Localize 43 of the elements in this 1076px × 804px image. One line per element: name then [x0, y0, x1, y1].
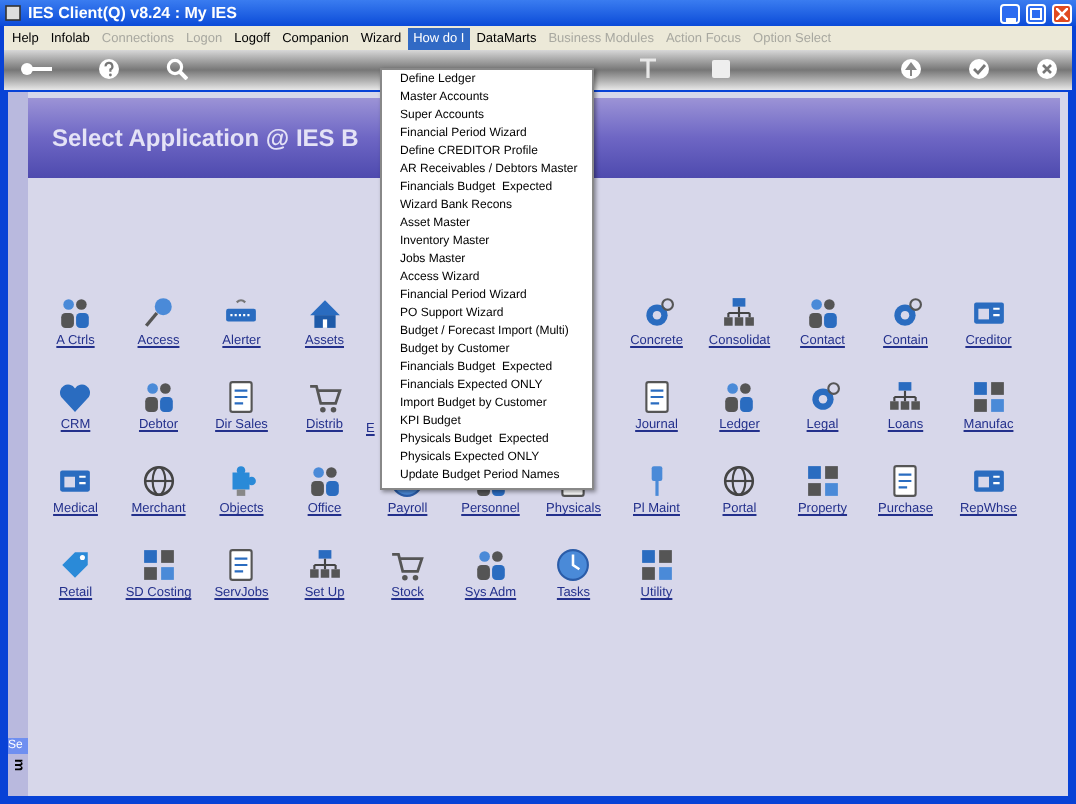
banner-title: Select Application @ IES B — [52, 122, 359, 156]
tiles-icon[interactable] — [639, 548, 674, 582]
card-icon[interactable] — [971, 464, 1006, 498]
search-icon[interactable] — [166, 58, 188, 80]
document-icon[interactable] — [224, 380, 259, 414]
close-icon[interactable] — [1036, 58, 1058, 80]
document-icon[interactable] — [639, 380, 674, 414]
tiles-icon[interactable] — [141, 548, 176, 582]
clock-icon[interactable] — [556, 548, 591, 582]
cart-icon[interactable] — [307, 380, 342, 414]
document-icon[interactable] — [888, 464, 923, 498]
help-icon[interactable] — [98, 58, 120, 80]
network-icon[interactable] — [722, 296, 757, 330]
app-icon — [4, 4, 22, 22]
house-icon[interactable] — [307, 296, 342, 330]
people-icon[interactable] — [473, 548, 508, 582]
window-title: IES Client(Q) v8.24 : My IES — [28, 5, 237, 21]
tag-icon[interactable] — [58, 548, 93, 582]
people-icon[interactable] — [805, 296, 840, 330]
heart-icon[interactable] — [58, 380, 93, 414]
maximize-icon — [1030, 7, 1042, 19]
minimize-button[interactable] — [1000, 3, 1020, 23]
network-icon[interactable] — [888, 380, 923, 414]
globe-icon[interactable] — [141, 464, 176, 498]
people-icon[interactable] — [722, 380, 757, 414]
card-icon[interactable] — [971, 296, 1006, 330]
text-cursor-icon[interactable] — [640, 58, 656, 80]
document-icon[interactable] — [224, 548, 259, 582]
people-icon[interactable] — [141, 380, 176, 414]
globe-icon[interactable] — [722, 464, 757, 498]
tiles-icon[interactable] — [805, 464, 840, 498]
card-icon[interactable] — [58, 464, 93, 498]
minimize-icon — [1005, 15, 1015, 21]
network-icon[interactable] — [307, 548, 342, 582]
tiles-icon[interactable] — [971, 380, 1006, 414]
check-icon[interactable] — [968, 58, 990, 80]
people-icon[interactable] — [307, 464, 342, 498]
close-icon — [1056, 7, 1068, 19]
people-icon[interactable] — [58, 296, 93, 330]
close-button[interactable] — [1052, 3, 1072, 23]
gear-icon[interactable] — [888, 296, 923, 330]
maximize-button[interactable] — [1026, 3, 1046, 23]
cart-icon[interactable] — [390, 548, 425, 582]
